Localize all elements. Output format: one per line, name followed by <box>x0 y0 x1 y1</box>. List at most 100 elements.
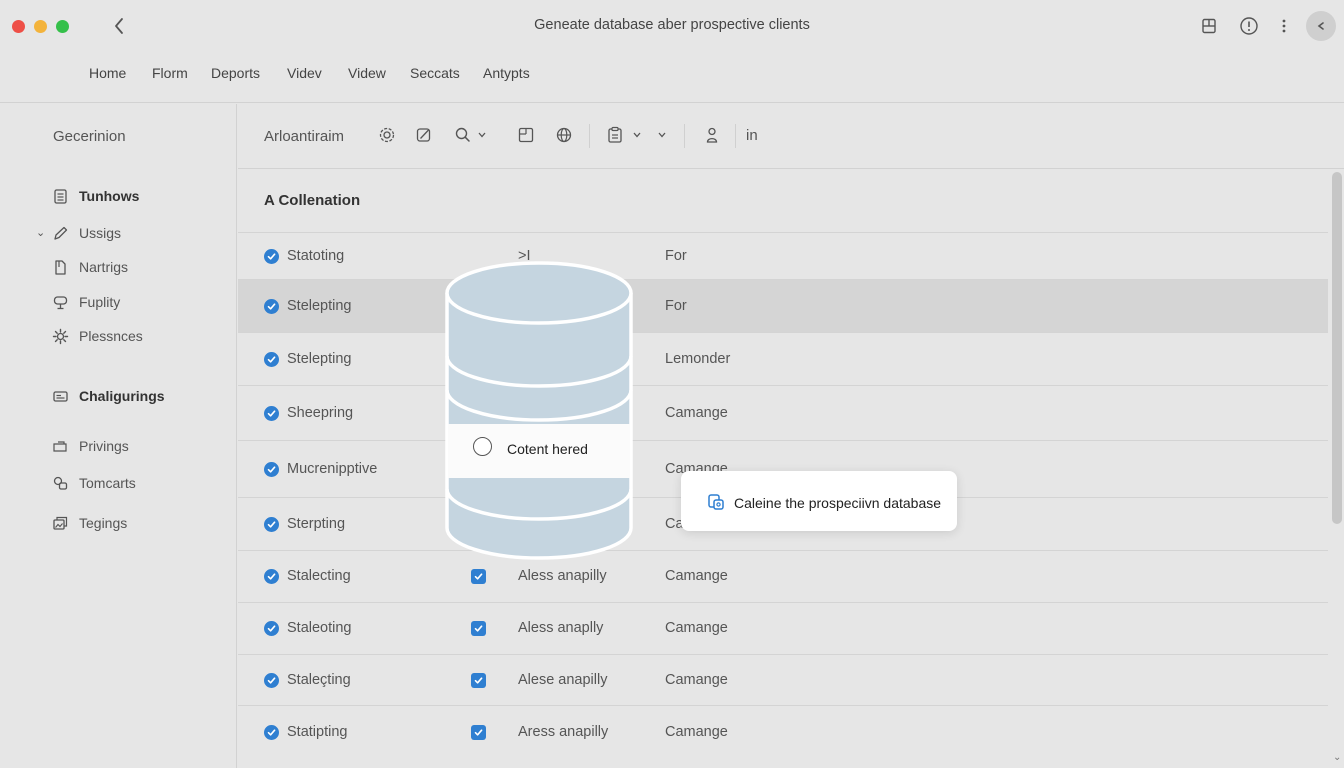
pencil-icon <box>54 226 68 240</box>
layout-tool-button[interactable] <box>516 125 536 145</box>
row-detail: Alese anapilly <box>518 672 608 688</box>
row-checkbox[interactable] <box>264 621 279 636</box>
edit-tool-button[interactable] <box>414 125 434 145</box>
table-row[interactable]: Staleoting Aless anaplly Camange <box>238 602 1328 654</box>
search-icon <box>455 127 470 142</box>
menu-bar: Home Florm Deports Videv Videw Seccats A… <box>0 52 1344 103</box>
table-row[interactable]: Stelepting For <box>238 279 1328 332</box>
row-checkbox[interactable] <box>264 673 279 688</box>
row-checkbox[interactable] <box>264 249 279 264</box>
card-icon <box>53 391 68 402</box>
globe-tool-button[interactable] <box>554 125 574 145</box>
sidebar-heading: Gecerinion <box>53 128 126 145</box>
sidebar-item-label: Fuplity <box>79 294 121 310</box>
user-tool-button[interactable] <box>702 125 722 145</box>
scrollbar-thumb[interactable] <box>1332 172 1342 524</box>
table-row[interactable]: Stalecting Aless anapilly Camange <box>238 550 1328 602</box>
row-checkbox[interactable] <box>264 406 279 421</box>
database-radio[interactable] <box>473 437 492 456</box>
row-name: Statoting <box>287 248 345 264</box>
save-button[interactable] <box>1198 15 1220 37</box>
row-checkbox[interactable] <box>264 569 279 584</box>
row-status: Camange <box>665 620 728 636</box>
title-bar: Geneate database aber prospective client… <box>0 0 1344 52</box>
table-row[interactable]: Statipting Aress anapilly Camange <box>238 705 1328 758</box>
row-checkbox[interactable] <box>264 352 279 367</box>
sidebar-item-label: Nartrigs <box>79 259 129 275</box>
info-button[interactable] <box>1238 15 1260 37</box>
toolbar-divider <box>684 124 685 148</box>
vertical-ellipsis-icon <box>1282 19 1286 33</box>
chevron-down-icon <box>658 132 666 138</box>
sidebar-item-label: Chaligurings <box>79 388 165 404</box>
toolbar-trailing-text[interactable]: in <box>746 127 758 144</box>
layout-icon <box>518 127 534 143</box>
scrollbar[interactable] <box>1330 172 1342 768</box>
chevron-down-icon <box>633 132 641 138</box>
database-icon <box>445 261 633 560</box>
menu-item-florm[interactable]: Florm <box>152 65 188 81</box>
clipboard-dropdown-button[interactable] <box>630 125 644 145</box>
search-tool-button[interactable] <box>453 125 473 145</box>
row-detail: Aless anapilly <box>518 568 607 584</box>
sidebar-item-tegings[interactable]: Tegings <box>0 512 236 536</box>
menu-item-home[interactable]: Home <box>89 65 126 81</box>
settings-gear-icon <box>379 127 395 143</box>
scroll-down-arrow-icon[interactable]: ⌄ <box>1333 752 1341 763</box>
sidebar-item-chaligurings[interactable]: Chaligurings <box>0 385 236 409</box>
menu-item-seccats[interactable]: Seccats <box>410 65 460 81</box>
row-detail: Aless anaplly <box>518 620 604 636</box>
row-name: Mucrenipptive <box>287 461 378 477</box>
row-name: Sterpting <box>287 516 346 532</box>
row-secondary-checkbox[interactable] <box>471 569 486 584</box>
more-dropdown-button[interactable] <box>655 125 669 145</box>
sidebar-item-tomcarts[interactable]: Tomcarts <box>0 472 236 496</box>
link-icon <box>53 476 68 490</box>
table-row[interactable]: Staleçting Alese anapilly Camange <box>238 654 1328 705</box>
save-icon <box>1202 18 1216 34</box>
row-checkbox[interactable] <box>264 462 279 477</box>
search-dropdown-button[interactable] <box>475 125 489 145</box>
menu-item-videw[interactable]: Videw <box>348 65 386 81</box>
more-options-button[interactable] <box>1273 15 1295 37</box>
menu-item-deports[interactable]: Deports <box>211 65 260 81</box>
sidebar-item-privings[interactable]: Privings <box>0 435 236 459</box>
row-secondary-checkbox[interactable] <box>471 673 486 688</box>
table-row[interactable]: Statoting >I For <box>238 232 1328 279</box>
sidebar-item-fuplity[interactable]: Fuplity <box>0 291 236 315</box>
table-row[interactable]: Stelepting Lemonder <box>238 332 1328 385</box>
row-checkbox[interactable] <box>264 725 279 740</box>
sidebar-item-tunhows[interactable]: Tunhows <box>0 185 236 209</box>
user-icon <box>706 127 718 143</box>
chevron-down-icon <box>478 132 486 138</box>
clipboard-tool-button[interactable] <box>605 125 625 145</box>
stamp-icon <box>53 296 68 310</box>
row-secondary-checkbox[interactable] <box>471 725 486 740</box>
row-checkbox[interactable] <box>264 299 279 314</box>
row-detail: Aress anapilly <box>518 724 609 740</box>
chevron-down-icon[interactable]: ⌄ <box>36 226 45 239</box>
row-status: Camange <box>665 672 728 688</box>
settings-tool-button[interactable] <box>377 125 397 145</box>
row-status: Camange <box>665 405 728 421</box>
edit-icon <box>416 128 431 142</box>
file-icon <box>55 260 66 275</box>
row-checkbox[interactable] <box>264 517 279 532</box>
sidebar-item-label: Ussigs <box>79 225 122 241</box>
menu-item-videv[interactable]: Videv <box>287 65 322 81</box>
toolbar-divider <box>735 124 736 148</box>
sidebar-item-ussigs[interactable]: ⌄ Ussigs <box>0 222 236 246</box>
database-tooltip[interactable]: Caleine the prospeciivn database <box>681 471 957 531</box>
sidebar-item-nartrigs[interactable]: Nartrigs <box>0 256 236 280</box>
row-secondary-checkbox[interactable] <box>471 621 486 636</box>
collection-list: A Collenation Statoting >I For Stelepting Fo… <box>238 169 1328 768</box>
image-icon <box>53 516 68 530</box>
toolbar-title: Arloantiraim <box>264 128 345 145</box>
table-row[interactable]: Sheepring Camange <box>238 385 1328 440</box>
globe-icon <box>556 127 572 143</box>
sidebar-item-label: Plessnces <box>79 328 143 344</box>
avatar[interactable] <box>1306 11 1336 41</box>
sidebar-item-plessnces[interactable]: Plessnces <box>0 325 236 349</box>
clipboard-icon <box>608 126 622 143</box>
menu-item-antypts[interactable]: Antypts <box>483 65 530 81</box>
